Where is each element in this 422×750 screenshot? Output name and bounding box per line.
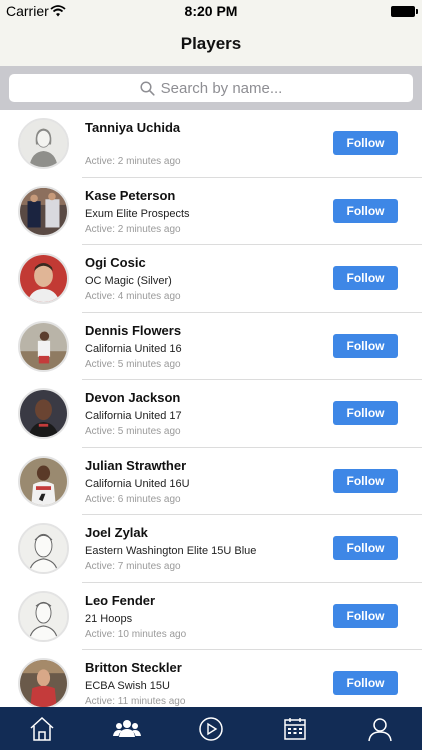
clock: 8:20 PM	[184, 3, 238, 19]
player-active-time: Active: 5 minutes ago	[85, 426, 181, 437]
tab-bar	[0, 707, 422, 750]
follow-button[interactable]: Follow	[333, 671, 398, 695]
search-bar: Search by name...	[0, 66, 422, 110]
player-avatar[interactable]	[18, 590, 69, 642]
player-team: California United 16U	[85, 477, 190, 490]
battery-icon	[391, 6, 418, 17]
player-avatar[interactable]	[18, 185, 69, 237]
tab-profile[interactable]	[338, 707, 422, 750]
player-name: Tanniya Uchida	[85, 120, 181, 135]
player-active-time: Active: 4 minutes ago	[85, 291, 181, 302]
player-row[interactable]: Leo Fender 21 Hoops Active: 10 minutes a…	[0, 583, 422, 650]
navigation-bar: Players	[0, 22, 422, 66]
player-team: ECBA Swish 15U	[85, 680, 170, 692]
player-avatar[interactable]	[18, 118, 69, 169]
player-active-time: Active: 11 minutes ago	[85, 696, 186, 707]
play-icon	[199, 716, 223, 741]
player-name: Devon Jackson	[85, 390, 181, 405]
player-active-time: Active: 6 minutes ago	[85, 493, 181, 505]
player-name: Dennis Flowers	[85, 322, 182, 338]
tab-schedule[interactable]	[253, 707, 337, 750]
home-icon	[30, 716, 54, 741]
follow-button[interactable]: Follow	[333, 401, 398, 425]
player-team: Exum Elite Prospects	[85, 207, 190, 220]
player-avatar[interactable]	[18, 455, 69, 507]
player-active-time: Active: 2 minutes ago	[85, 223, 181, 235]
player-name: Kase Peterson	[85, 187, 176, 203]
page-title: Players	[180, 34, 242, 53]
player-team: OC Magic (Silver)	[85, 275, 172, 287]
player-team: 21 Hoops	[85, 612, 133, 625]
player-active-time: Active: 7 minutes ago	[85, 561, 181, 572]
player-name: Leo Fender	[85, 592, 156, 608]
follow-button[interactable]: Follow	[333, 266, 398, 290]
player-active-time: Active: 5 minutes ago	[85, 358, 181, 370]
player-avatar[interactable]	[18, 658, 69, 707]
player-name: Julian Strawther	[85, 457, 187, 473]
player-row[interactable]: Dennis Flowers California United 16 Acti…	[0, 313, 422, 380]
player-row[interactable]: Julian Strawther California United 16U A…	[0, 448, 422, 515]
player-row[interactable]: Ogi Cosic OC Magic (Silver) Active: 4 mi…	[0, 245, 422, 313]
player-row[interactable]: Devon Jackson California United 17 Activ…	[0, 380, 422, 448]
player-name: Britton Steckler	[85, 660, 182, 675]
player-row[interactable]: Joel Zylak Eastern Washington Elite 15U …	[0, 515, 422, 583]
search-input[interactable]: Search by name...	[9, 74, 413, 102]
search-placeholder: Search by name...	[160, 79, 283, 97]
player-row[interactable]: Britton Steckler ECBA Swish 15U Active: …	[0, 650, 422, 707]
players-list[interactable]: Tanniya Uchida Active: 2 minutes ago Fol…	[0, 110, 422, 707]
player-row[interactable]: Tanniya Uchida Active: 2 minutes ago Fol…	[0, 110, 422, 178]
follow-button[interactable]: Follow	[333, 333, 398, 358]
search-icon	[140, 80, 155, 96]
player-team: California United 16	[85, 342, 182, 355]
follow-button[interactable]: Follow	[333, 603, 398, 628]
player-avatar[interactable]	[18, 320, 69, 372]
player-team: Eastern Washington Elite 15U Blue	[85, 545, 257, 557]
player-avatar[interactable]	[18, 523, 69, 574]
people-icon	[112, 719, 141, 737]
player-active-time: Active: 10 minutes ago	[85, 628, 187, 640]
player-team: California United 17	[85, 410, 182, 422]
player-avatar[interactable]	[18, 388, 69, 439]
profile-icon	[368, 717, 392, 741]
player-row[interactable]: Kase Peterson Exum Elite Prospects Activ…	[0, 178, 422, 245]
calendar-icon	[284, 717, 307, 740]
player-active-time: Active: 2 minutes ago	[85, 156, 181, 167]
tab-players[interactable]	[84, 707, 168, 750]
follow-button[interactable]: Follow	[333, 536, 398, 560]
tab-videos[interactable]	[169, 707, 253, 750]
player-name: Ogi Cosic	[85, 255, 146, 270]
player-name: Joel Zylak	[85, 525, 148, 540]
follow-button[interactable]: Follow	[333, 468, 398, 493]
follow-button[interactable]: Follow	[333, 131, 398, 155]
status-bar: Carrier 8:20 PM	[0, 0, 422, 22]
follow-button[interactable]: Follow	[333, 198, 398, 223]
tab-home[interactable]	[0, 707, 84, 750]
player-avatar[interactable]	[18, 253, 69, 304]
